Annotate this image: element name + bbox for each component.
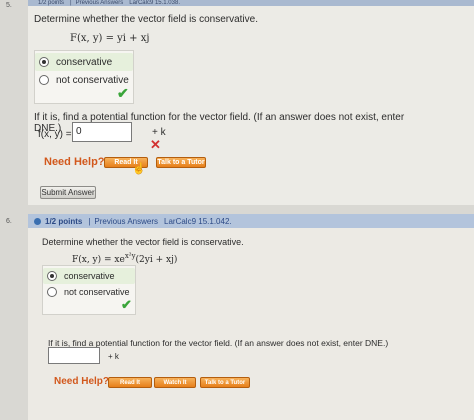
q6-formula-rest: (2yi + xj) xyxy=(135,255,178,265)
check-icon: ✔ xyxy=(121,297,132,312)
radio-selected-icon[interactable] xyxy=(47,271,57,281)
q6-formula-exp: x²y xyxy=(124,252,136,260)
q6-choice-label: not conservative xyxy=(64,287,130,297)
q5-number: 5. xyxy=(6,2,12,9)
q6-read-it-button[interactable]: Read It xyxy=(108,377,152,388)
q5-talk-tutor-button[interactable]: Talk to a Tutor xyxy=(156,157,206,168)
q6-header-points: 1/2 points xyxy=(45,216,83,226)
q6-number: 6. xyxy=(6,218,12,225)
q5-choice-label: conservative xyxy=(56,56,113,68)
q5-submit-button[interactable]: Submit Answer xyxy=(40,186,96,199)
q5-choice-label: not conservative xyxy=(56,74,129,86)
q6-header-prev[interactable]: Previous Answers xyxy=(94,217,158,226)
cursor-hand-icon: ☝ xyxy=(132,163,146,175)
q5-potential-input[interactable]: 0 xyxy=(72,122,132,142)
q5-formula: F(x, y) = yi + xj xyxy=(70,33,150,44)
q6-choice-label: conservative xyxy=(64,271,115,281)
q6-talk-tutor-button[interactable]: Talk to a Tutor xyxy=(200,377,250,388)
q5-prompt: Determine whether the vector field is co… xyxy=(34,14,258,25)
q6-watch-it-button[interactable]: Watch It xyxy=(154,377,196,388)
q5-choice-conservative[interactable]: conservative xyxy=(35,53,133,71)
q6-choice-conservative[interactable]: conservative xyxy=(43,268,135,284)
q6-header-source: LarCalc9 15.1.042. xyxy=(164,216,232,226)
q6-header-bar: 1/2 points | Previous Answers LarCalc9 1… xyxy=(28,214,474,228)
q6-formula: F(x, y) = xex²y(2yi + xj) xyxy=(72,252,177,265)
check-icon: ✔ xyxy=(117,85,129,101)
q6-potential-prompt: If it is, find a potential function for … xyxy=(48,338,389,348)
x-mark-icon: ✕ xyxy=(150,137,161,152)
q6-choices-box: conservative not conservative ✔ xyxy=(42,265,136,315)
q6-need-help: Need Help? xyxy=(54,376,110,387)
q6-potential-input[interactable] xyxy=(48,347,100,364)
q6-plus-k: + k xyxy=(108,352,119,361)
q6-status-icon xyxy=(34,217,41,225)
q6-header-sep: | xyxy=(88,216,91,226)
radio-icon[interactable] xyxy=(47,287,57,297)
q5-f-label: f(x, y) = xyxy=(38,129,72,140)
q5-choices-box: conservative not conservative ✔ xyxy=(34,50,134,104)
radio-icon[interactable] xyxy=(39,75,49,85)
q6-prompt: Determine whether the vector field is co… xyxy=(42,237,244,247)
q6-formula-main: F(x, y) = xe xyxy=(72,255,125,265)
q5-need-help: Need Help? xyxy=(44,156,105,168)
radio-selected-icon[interactable] xyxy=(39,57,49,67)
